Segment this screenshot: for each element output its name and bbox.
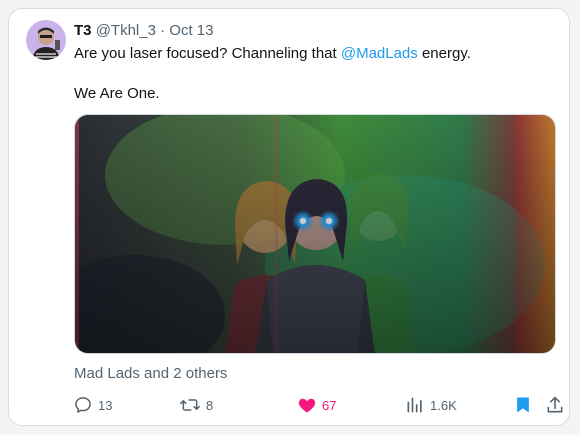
- heart-icon: [297, 395, 317, 415]
- views-button[interactable]: 1.6K: [405, 393, 457, 417]
- author-handle[interactable]: @Tkhl_3: [96, 22, 156, 39]
- tweet-text-start: Are you laser focused? Channeling that: [74, 45, 341, 62]
- like-button[interactable]: 67: [297, 393, 336, 417]
- tweet-header: T3 @Tkhl_3 · Oct 13: [74, 22, 213, 40]
- tweet-text: Are you laser focused? Channeling that @…: [74, 44, 554, 104]
- action-bar: 13 8 67 1.6K: [67, 393, 563, 417]
- tweet-text-end: energy.: [417, 45, 471, 62]
- header-separator: ·: [160, 22, 166, 39]
- tweet-text-second-line: We Are One.: [74, 85, 160, 102]
- author-avatar[interactable]: [26, 20, 66, 60]
- post-date[interactable]: Oct 13: [169, 22, 213, 39]
- reply-icon: [73, 395, 93, 415]
- reply-count: 13: [98, 397, 113, 413]
- like-count: 67: [322, 397, 337, 413]
- bookmark-button[interactable]: [513, 393, 533, 417]
- bookmark-icon: [513, 395, 533, 415]
- view-count: 1.6K: [430, 397, 457, 413]
- reply-button[interactable]: 13: [73, 393, 112, 417]
- views-icon: [405, 395, 425, 415]
- mention-link[interactable]: @MadLads: [341, 45, 418, 62]
- share-button[interactable]: [545, 393, 565, 417]
- repost-count: 8: [206, 397, 214, 413]
- tweet-card[interactable]: T3 @Tkhl_3 · Oct 13 Are you laser focuse…: [8, 8, 570, 426]
- author-name[interactable]: T3: [74, 22, 92, 39]
- repost-icon: [179, 395, 201, 415]
- tweet-image[interactable]: [74, 114, 556, 354]
- artwork-image: [75, 115, 555, 353]
- repost-button[interactable]: 8: [179, 393, 213, 417]
- tagged-accounts[interactable]: Mad Lads and 2 others: [74, 365, 227, 382]
- share-icon: [545, 395, 565, 415]
